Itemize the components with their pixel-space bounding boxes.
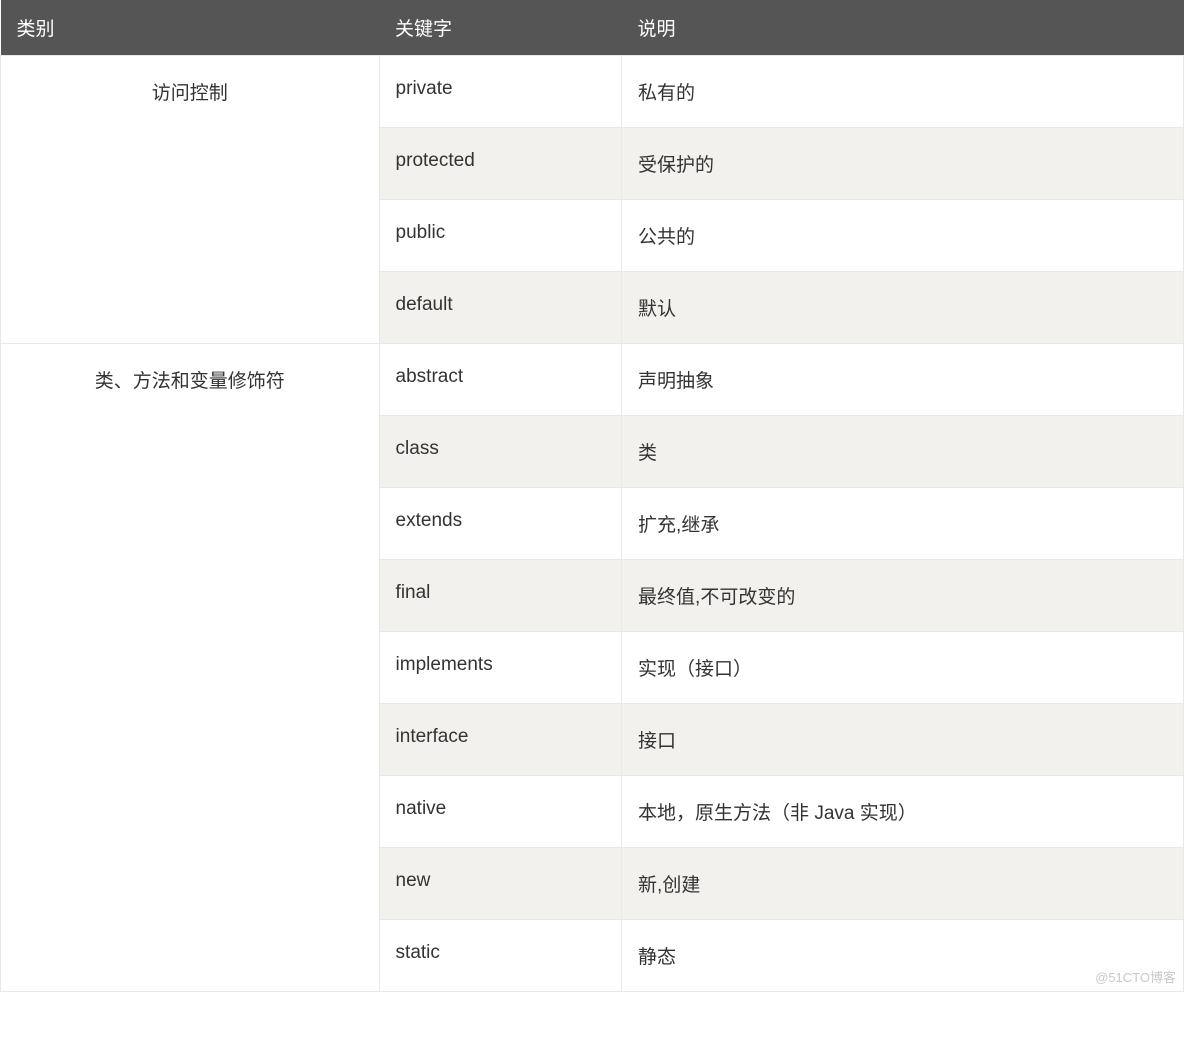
description-cell: 受保护的 bbox=[622, 128, 1184, 200]
keyword-cell: implements bbox=[379, 632, 622, 704]
keyword-cell: private bbox=[379, 56, 622, 128]
table-row: 类、方法和变量修饰符 abstract 声明抽象 bbox=[1, 344, 1184, 416]
keyword-cell: static bbox=[379, 920, 622, 992]
header-category: 类别 bbox=[1, 0, 380, 56]
description-cell: 最终值,不可改变的 bbox=[622, 560, 1184, 632]
description-cell: 私有的 bbox=[622, 56, 1184, 128]
description-cell: 扩充,继承 bbox=[622, 488, 1184, 560]
header-keyword: 关键字 bbox=[379, 0, 622, 56]
keyword-cell: interface bbox=[379, 704, 622, 776]
keyword-cell: class bbox=[379, 416, 622, 488]
keyword-cell: abstract bbox=[379, 344, 622, 416]
keyword-cell: default bbox=[379, 272, 622, 344]
keywords-table: 类别 关键字 说明 访问控制 private 私有的 protected 受保护… bbox=[0, 0, 1184, 992]
description-cell: 接口 bbox=[622, 704, 1184, 776]
keyword-cell: new bbox=[379, 848, 622, 920]
description-cell: 默认 bbox=[622, 272, 1184, 344]
table-body: 访问控制 private 私有的 protected 受保护的 public 公… bbox=[1, 56, 1184, 992]
keyword-cell: protected bbox=[379, 128, 622, 200]
keyword-cell: final bbox=[379, 560, 622, 632]
watermark-text: @51CTO博客 bbox=[1095, 967, 1176, 986]
description-cell: 公共的 bbox=[622, 200, 1184, 272]
description-cell: 本地，原生方法（非 Java 实现） bbox=[622, 776, 1184, 848]
keyword-cell: extends bbox=[379, 488, 622, 560]
category-cell: 类、方法和变量修饰符 bbox=[1, 344, 380, 992]
header-description: 说明 bbox=[622, 0, 1184, 56]
description-cell: 类 bbox=[622, 416, 1184, 488]
keyword-cell: public bbox=[379, 200, 622, 272]
table-header-row: 类别 关键字 说明 bbox=[1, 0, 1184, 56]
table-row: 访问控制 private 私有的 bbox=[1, 56, 1184, 128]
keyword-cell: native bbox=[379, 776, 622, 848]
description-cell: 声明抽象 bbox=[622, 344, 1184, 416]
description-cell: 实现（接口） bbox=[622, 632, 1184, 704]
description-cell: 新,创建 bbox=[622, 848, 1184, 920]
category-cell: 访问控制 bbox=[1, 56, 380, 344]
